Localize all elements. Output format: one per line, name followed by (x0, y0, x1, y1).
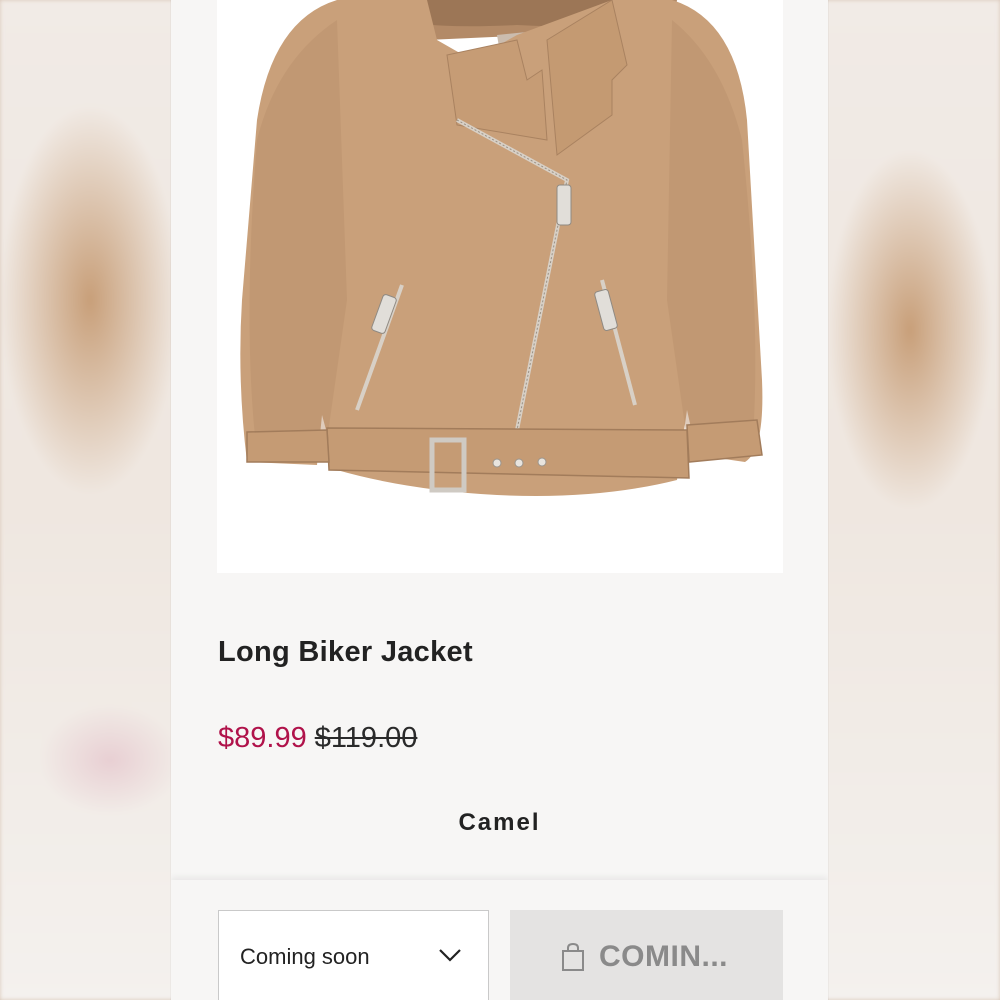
add-to-bag-label: COMIN... (599, 940, 728, 973)
shopping-bag-icon (561, 942, 585, 977)
product-page: Long Biker Jacket $89.99 $119.00 Camel Co… (171, 0, 828, 1000)
sale-price: $89.99 (218, 722, 307, 754)
chevron-down-icon (438, 947, 462, 968)
original-price: $119.00 (314, 722, 418, 754)
size-select[interactable]: Coming soon (218, 910, 489, 1000)
bottom-action-bar: Coming soon COMIN... (171, 880, 828, 1000)
size-select-label: Coming soon (240, 944, 370, 969)
jacket-illustration (240, 0, 763, 496)
color-name: Camel (458, 809, 541, 836)
product-title: Long Biker Jacket (218, 636, 473, 668)
add-to-bag-button[interactable]: COMIN... (510, 910, 783, 1000)
price-row: $89.99 $119.00 (218, 722, 417, 755)
product-image[interactable] (217, 0, 783, 573)
